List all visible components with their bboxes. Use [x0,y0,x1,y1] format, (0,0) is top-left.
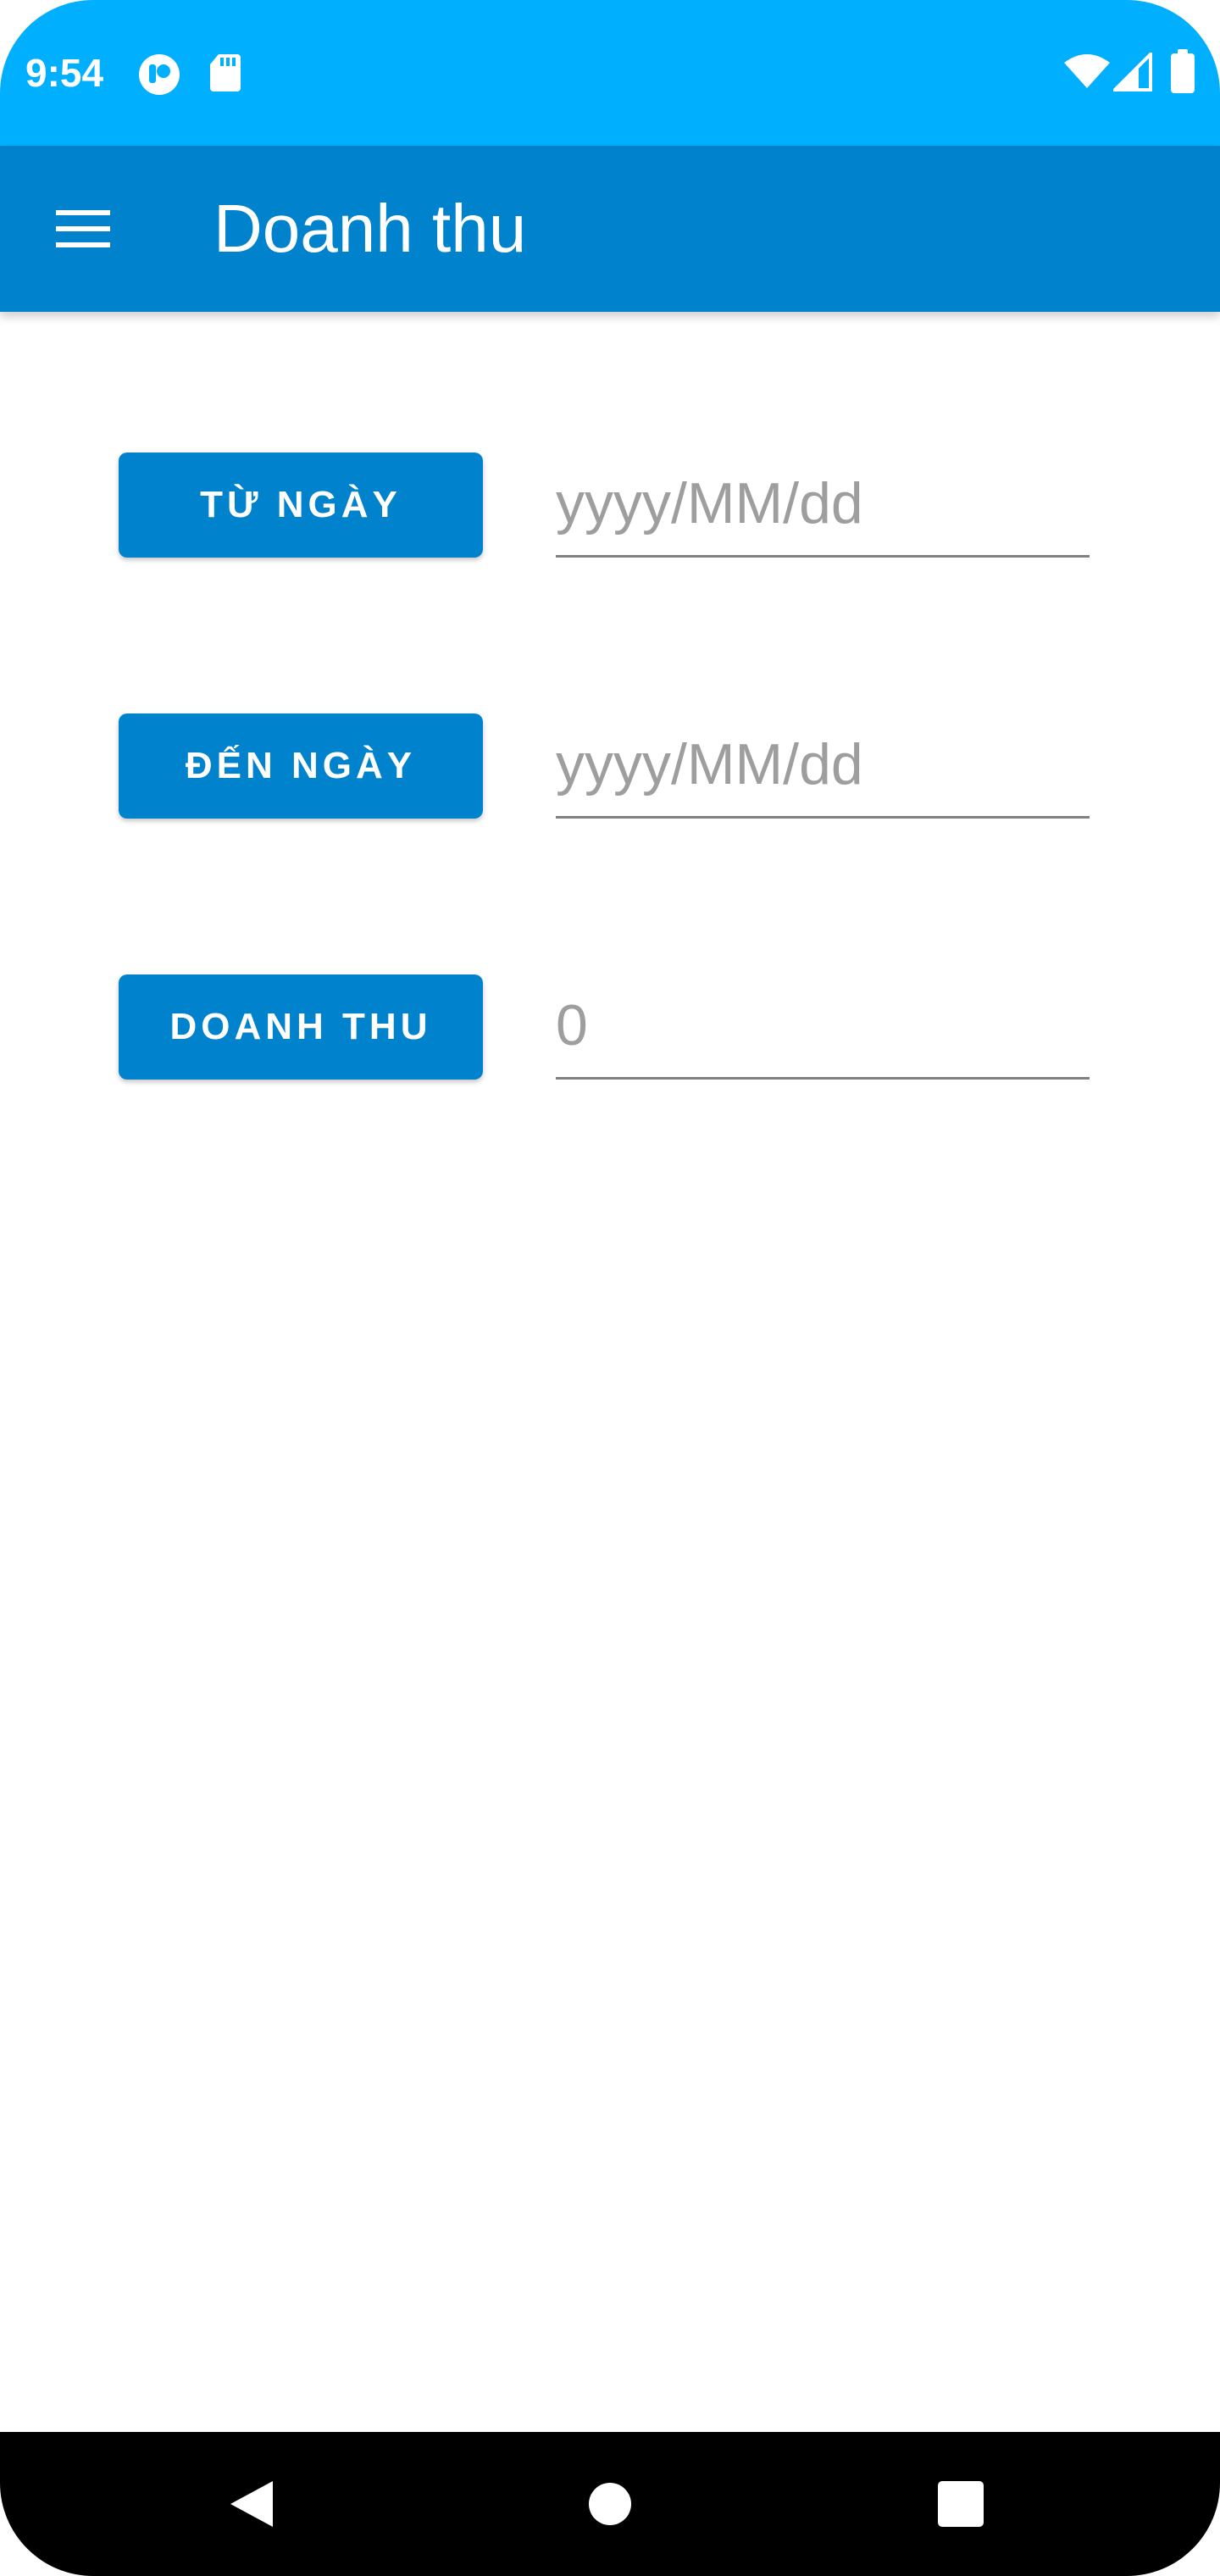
recents-icon[interactable] [923,2466,999,2542]
navigation-bar [0,2432,1220,2576]
battery-icon [1171,49,1195,97]
to-date-button[interactable]: ĐẾN NGÀY [119,713,483,819]
revenue-value: 0 [556,993,588,1058]
app-screen: 9:54 Doanh thu TỪ NGÀY yyyy/MM/dd ĐẾN NG… [0,0,1220,2576]
page-title: Doanh thu [214,191,527,266]
hamburger-menu-icon[interactable] [41,195,125,263]
to-date-field[interactable]: yyyy/MM/dd [556,713,1090,819]
wifi-icon [1062,53,1112,94]
status-bar: 9:54 [0,0,1220,146]
revenue-field[interactable]: 0 [556,974,1090,1080]
revenue-button[interactable]: DOANH THU [119,974,483,1080]
field-underline [556,816,1090,819]
sd-card-icon [208,53,242,97]
to-date-row: ĐẾN NGÀY yyyy/MM/dd [0,713,1220,824]
field-underline [556,1077,1090,1080]
revenue-row: DOANH THU 0 [0,974,1220,1085]
back-icon[interactable] [215,2466,291,2542]
from-date-placeholder: yyyy/MM/dd [556,471,863,536]
notification-app-icon [137,53,181,101]
cellular-signal-icon [1111,50,1152,96]
home-icon[interactable] [572,2466,648,2542]
from-date-row: TỪ NGÀY yyyy/MM/dd [0,452,1220,563]
field-underline [556,555,1090,558]
to-date-placeholder: yyyy/MM/dd [556,732,863,797]
from-date-field[interactable]: yyyy/MM/dd [556,452,1090,558]
app-bar: Doanh thu [0,146,1220,312]
status-time: 9:54 [25,51,104,95]
from-date-button[interactable]: TỪ NGÀY [119,452,483,558]
